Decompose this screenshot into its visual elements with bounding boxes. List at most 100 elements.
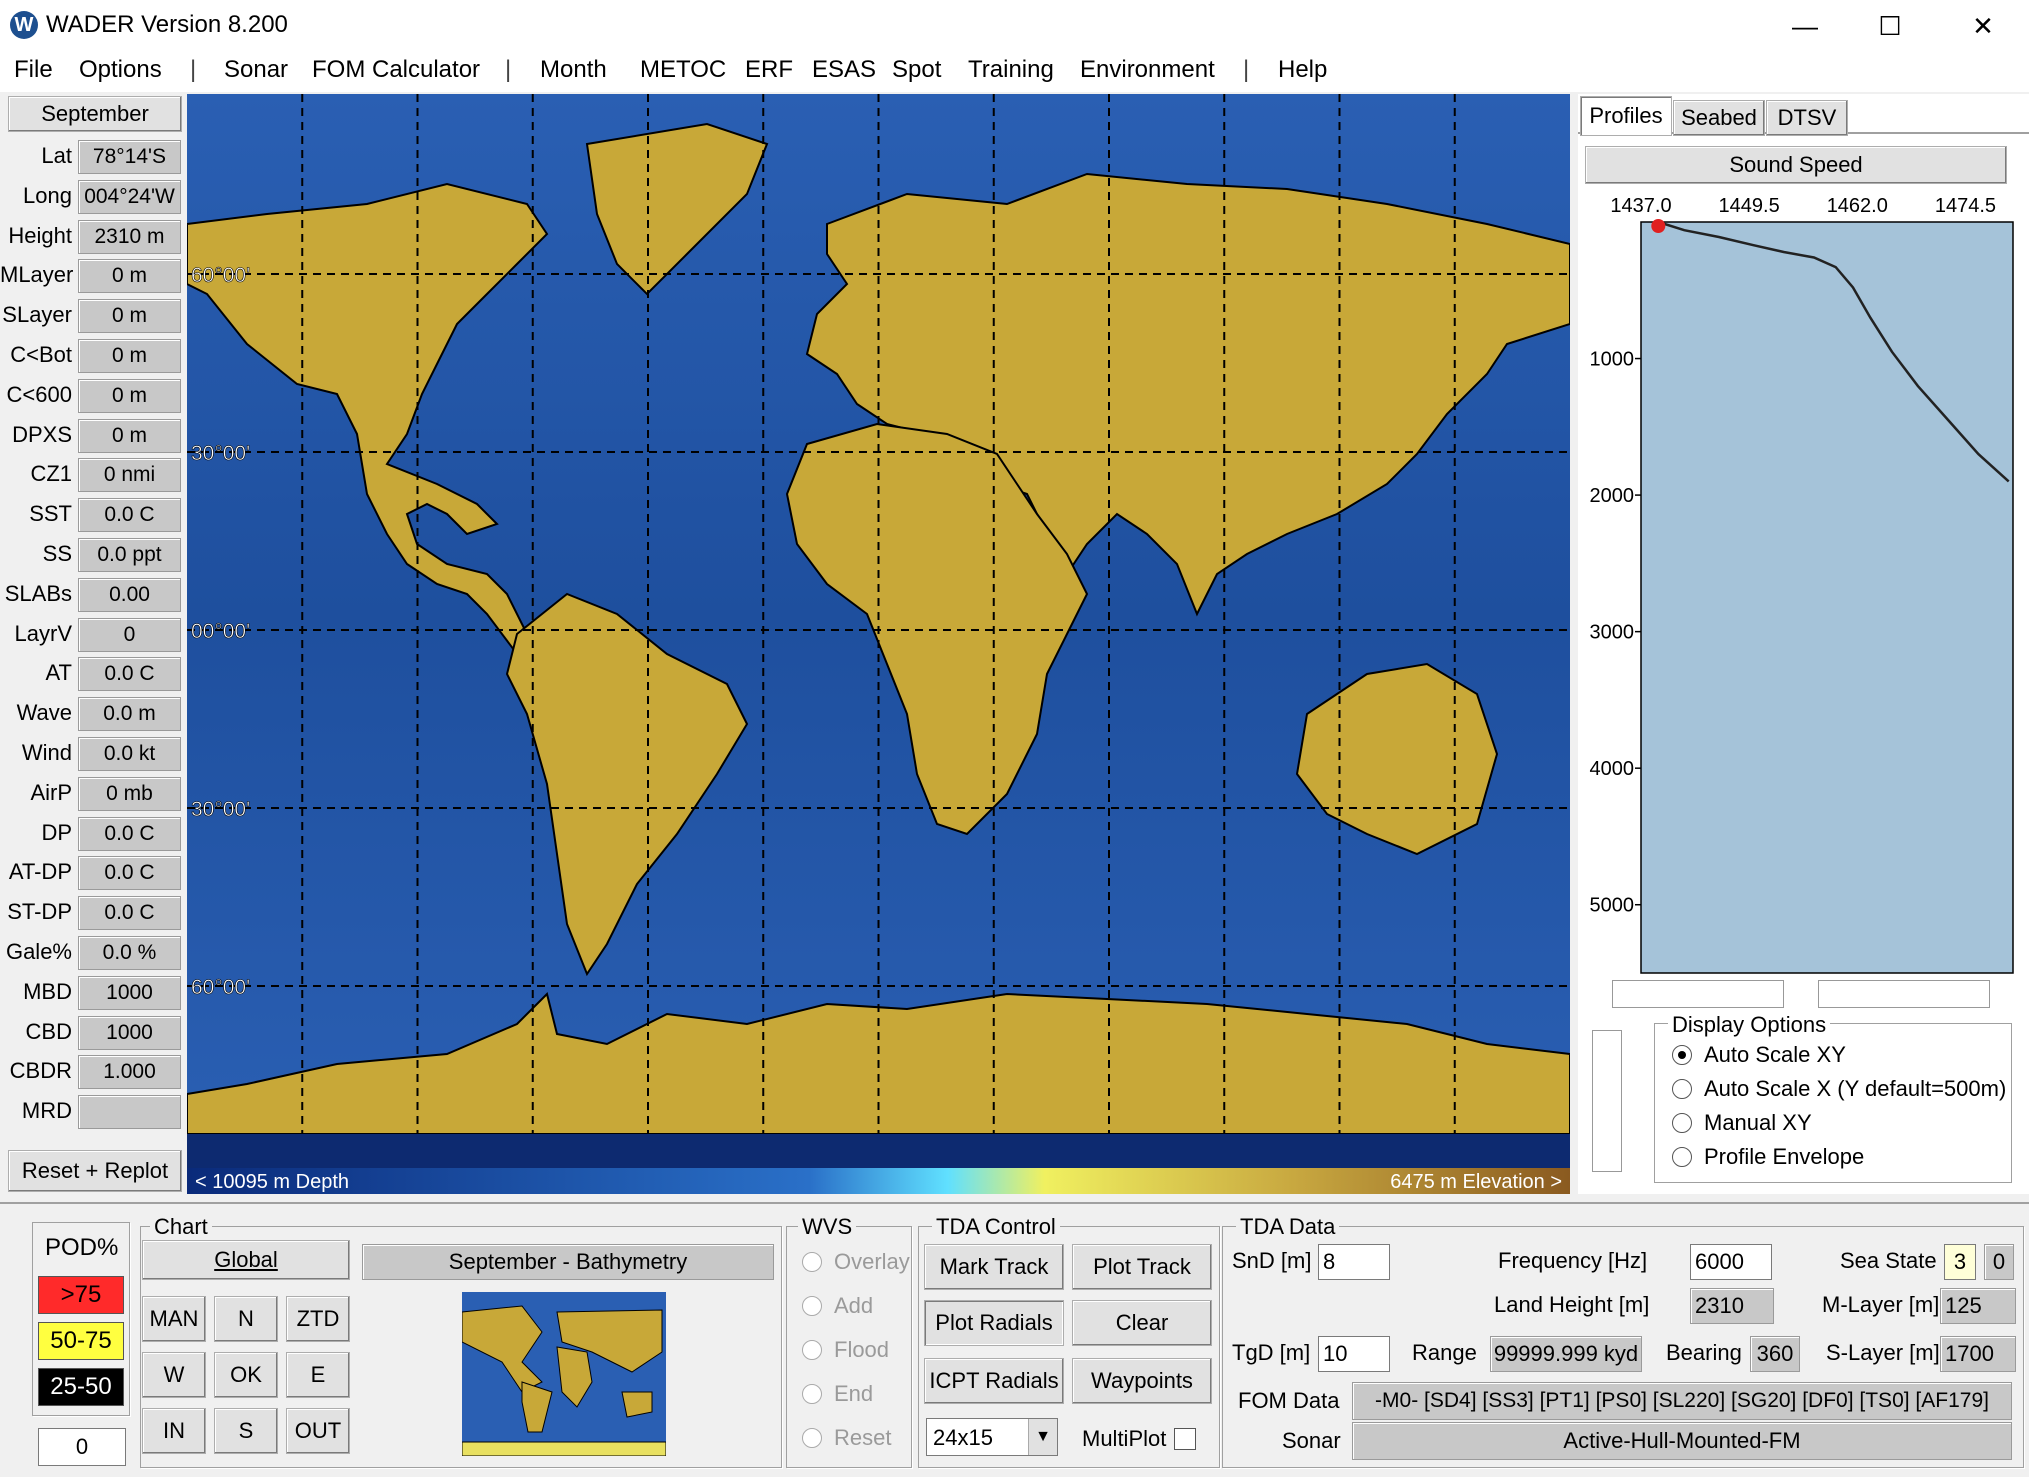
readout-label: SLABs (4, 580, 72, 606)
frequency-input[interactable]: 6000 (1690, 1244, 1772, 1280)
menu-erf[interactable]: ERF (745, 56, 793, 84)
chart-thumbnail[interactable] (462, 1292, 666, 1456)
readout-label: AT-DP (8, 859, 72, 885)
profile-start-marker (1651, 219, 1666, 233)
display-option-radio[interactable] (1672, 1045, 1692, 1065)
pod-level-swatch: >75 (38, 1276, 124, 1314)
wvs-option-radio[interactable] (802, 1384, 822, 1404)
close-button[interactable]: ✕ (1938, 0, 2028, 52)
wvs-option-radio[interactable] (802, 1252, 822, 1272)
sound-speed-profile-chart[interactable]: 1437.0 1449.5 1462.0 1474.5 1000 2000 3000 400… (1578, 186, 2029, 986)
menu-esas[interactable]: ESAS (812, 56, 876, 84)
multiplot-checkbox[interactable] (1174, 1428, 1196, 1450)
maximize-button[interactable]: ☐ (1845, 0, 1935, 52)
menu-help[interactable]: Help (1278, 56, 1327, 84)
chevron-down-icon[interactable]: ▼ (1028, 1419, 1057, 1455)
minimize-button[interactable]: — (1760, 0, 1850, 52)
profile-vertical-slider[interactable] (1592, 1030, 1622, 1172)
nav-zoom-in-button[interactable]: IN (142, 1408, 206, 1454)
wvs-option-label: Flood (834, 1337, 890, 1362)
wvs-option-label: Add (834, 1293, 874, 1318)
mark-track-button[interactable]: Mark Track (924, 1244, 1064, 1290)
readout-value: 0.0 m (78, 697, 181, 732)
waypoints-button[interactable]: Waypoints (1072, 1358, 1212, 1404)
menu-bar: File Options | Sonar FOM Calculator | Mo… (0, 52, 2029, 92)
menu-training[interactable]: Training (968, 56, 1054, 84)
readout-value: 1000 (78, 1015, 181, 1050)
tgd-input[interactable]: 10 (1318, 1336, 1390, 1372)
nav-zoom-out-button[interactable]: OUT (286, 1408, 350, 1454)
nav-ok-button[interactable]: OK (214, 1352, 278, 1398)
elevation-label: 6475 m Elevation > (1390, 1171, 1562, 1193)
y-tick-label: 3000 (1590, 622, 1635, 644)
bearing-label: Bearing (1666, 1340, 1742, 1365)
menu-file[interactable]: File (14, 56, 53, 84)
profile-range-slider-left[interactable] (1612, 980, 1784, 1008)
menu-fom-calculator[interactable]: FOM Calculator (312, 56, 480, 84)
readout-value: 1000 (78, 975, 181, 1010)
nav-south-button[interactable]: S (214, 1408, 278, 1454)
snd-input[interactable]: 8 (1318, 1244, 1390, 1280)
wvs-group-title: WVS (798, 1214, 857, 1240)
readout-value: 0.0 % (78, 936, 181, 970)
range-value: 99999.999 kyd (1490, 1336, 1642, 1372)
global-button[interactable]: Global (142, 1240, 350, 1280)
readout-label: MLayer (0, 262, 74, 288)
menu-environment[interactable]: Environment (1080, 56, 1215, 84)
month-button[interactable]: September (8, 96, 182, 132)
map-latitude-label: 60°00' (191, 976, 250, 999)
readout-label: CBD (25, 1018, 72, 1044)
tab-profiles[interactable]: Profiles (1580, 96, 1672, 136)
wvs-option-radio[interactable] (802, 1340, 822, 1360)
grid-size-select[interactable]: 24x15 ▼ (926, 1418, 1058, 1456)
sea-state-value[interactable]: 3 (1944, 1244, 1976, 1280)
display-options-title: Display Options (1668, 1012, 1831, 1038)
readout-value: 2310 m (78, 219, 181, 254)
app-logo-icon: W (10, 11, 38, 39)
readout-value: 0.0 ppt (78, 538, 181, 572)
display-option-radio[interactable] (1672, 1079, 1692, 1099)
plot-track-button[interactable]: Plot Track (1072, 1244, 1212, 1290)
bottom-divider (0, 1202, 2029, 1204)
menu-month[interactable]: Month (540, 56, 607, 84)
readout-label: LayrV (14, 620, 72, 646)
nav-ztd-button[interactable]: ZTD (286, 1296, 350, 1342)
tab-dtsv[interactable]: DTSV (1766, 100, 1848, 136)
window-title: WADER Version 8.200 (46, 11, 288, 38)
world-map[interactable]: 60°00'30°00'00°00'30°00'60°00' 150°00'12… (186, 94, 1571, 1194)
readout-label: AirP (30, 779, 72, 805)
nav-north-button[interactable]: N (214, 1296, 278, 1342)
menu-sonar[interactable]: Sonar (224, 56, 288, 84)
reset-replot-button[interactable]: Reset + Replot (8, 1150, 182, 1192)
wvs-option-radio[interactable] (802, 1296, 822, 1316)
display-option-radio[interactable] (1672, 1147, 1692, 1167)
readout-value: 0.00 (78, 577, 181, 612)
bathymetry-map[interactable]: 60°00'30°00'00°00'30°00'60°00' 150°00'12… (186, 94, 1571, 1194)
plot-radials-button[interactable]: Plot Radials (924, 1300, 1064, 1346)
y-tick-label: 1000 (1590, 349, 1635, 371)
sound-speed-button[interactable]: Sound Speed (1585, 146, 2007, 184)
map-latitude-label: 00°00' (191, 620, 250, 643)
display-option-label: Manual XY (1704, 1110, 1812, 1135)
menu-metoc[interactable]: METOC (640, 56, 726, 84)
s-layer-label: S-Layer [m] (1826, 1340, 1940, 1365)
display-option-label: Auto Scale X (Y default=500m) (1704, 1076, 2007, 1101)
profile-range-slider-right[interactable] (1818, 980, 1990, 1008)
nav-west-button[interactable]: W (142, 1352, 206, 1398)
menu-spot[interactable]: Spot (892, 56, 941, 84)
x-tick-label: 1449.5 (1719, 195, 1780, 217)
display-option-radio[interactable] (1672, 1113, 1692, 1133)
wvs-option-label: End (834, 1381, 874, 1406)
clear-button[interactable]: Clear (1072, 1300, 1212, 1346)
readout-label: C<600 (6, 381, 72, 407)
nav-man-button[interactable]: MAN (142, 1296, 206, 1342)
tab-seabed[interactable]: Seabed (1673, 100, 1765, 136)
nav-east-button[interactable]: E (286, 1352, 350, 1398)
sea-state-label: Sea State (1840, 1248, 1937, 1273)
depth-label: < 10095 m Depth (195, 1171, 349, 1193)
wvs-option-radio[interactable] (802, 1428, 822, 1448)
menu-options[interactable]: Options (79, 56, 162, 84)
icpt-radials-button[interactable]: ICPT Radials (924, 1358, 1064, 1404)
readout-value: 0 m (78, 299, 181, 334)
sonar-label: Sonar (1282, 1428, 1341, 1453)
